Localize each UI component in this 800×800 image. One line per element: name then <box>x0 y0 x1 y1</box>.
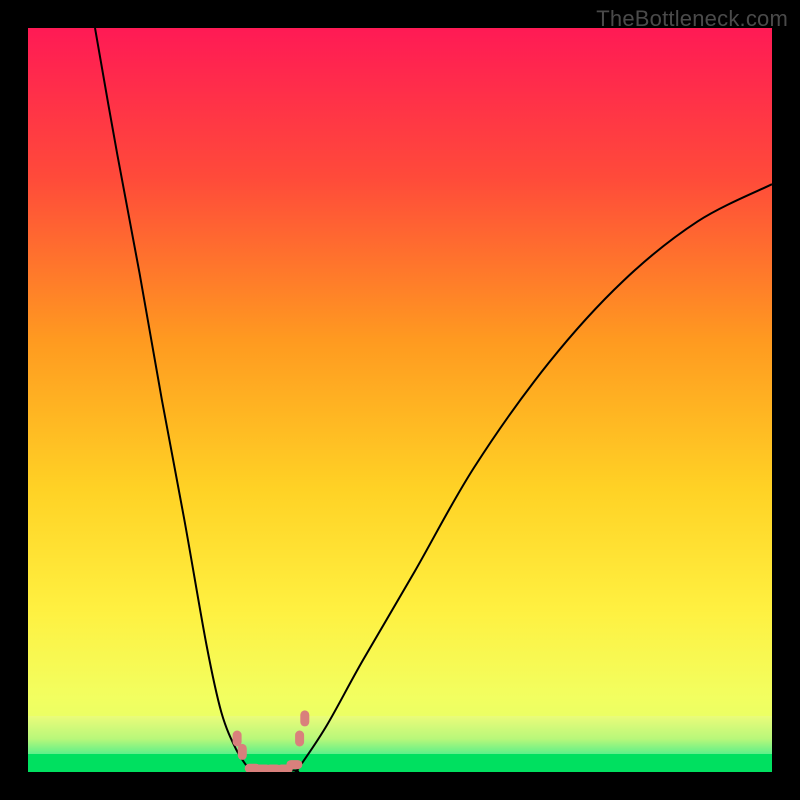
watermark-text: TheBottleneck.com <box>596 6 788 32</box>
curve-layer <box>28 28 772 772</box>
marker-point <box>238 744 247 760</box>
marker-point <box>295 731 304 747</box>
bottleneck-curve <box>95 28 772 772</box>
curve-path <box>95 28 772 772</box>
plot-area <box>28 28 772 772</box>
marker-point <box>233 731 242 747</box>
marker-point <box>300 710 309 726</box>
chart-frame: TheBottleneck.com <box>0 0 800 800</box>
marker-point <box>286 760 302 769</box>
